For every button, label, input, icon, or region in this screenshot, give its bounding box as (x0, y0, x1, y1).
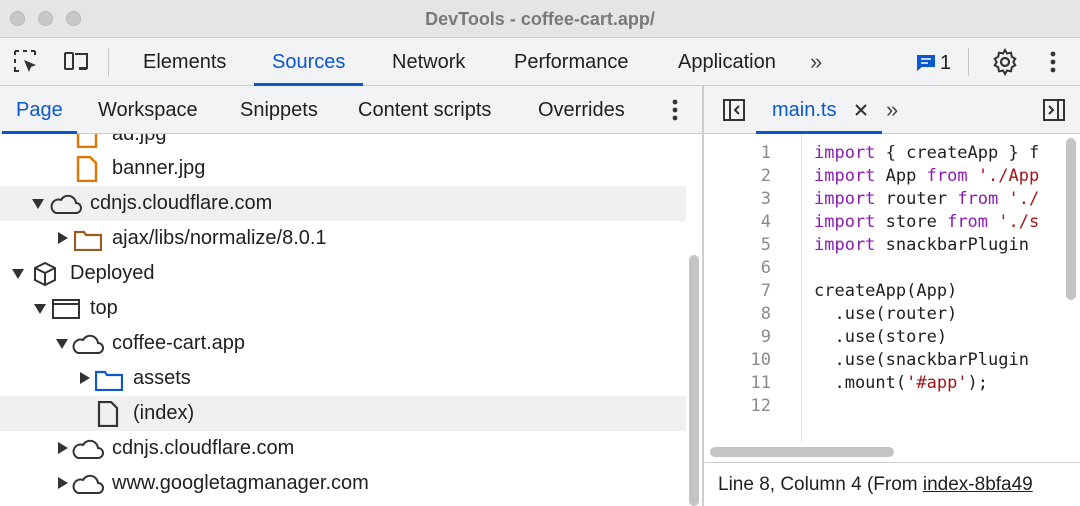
frame-icon (52, 299, 80, 319)
tree-item-index[interactable]: (index) (0, 396, 686, 431)
line-number[interactable]: 3 (731, 189, 771, 209)
tree-item-assets-folder[interactable]: assets (0, 361, 686, 396)
line-number-gutter: 1 2 3 4 5 6 7 8 9 10 11 12 (704, 134, 802, 442)
tab-performance[interactable]: Performance (512, 38, 631, 86)
editor-statusbar: Line 8, Column 4 (From index-8bfa49 (704, 462, 1080, 506)
code-line: import App from './App (814, 166, 1040, 186)
tree-item-normalize-folder[interactable]: ajax/libs/normalize/8.0.1 (0, 221, 686, 256)
kebab-menu-icon[interactable] (1046, 50, 1060, 76)
tree-item-banner-jpg[interactable]: banner.jpg (0, 151, 686, 186)
source-from-label: (From (866, 474, 918, 495)
toolbar-divider (108, 48, 109, 76)
tab-application[interactable]: Application (676, 38, 778, 86)
expand-arrow[interactable] (80, 372, 90, 384)
expand-arrow[interactable] (58, 442, 68, 454)
tree-item-cdnjs-cloudflare-2[interactable]: cdnjs.cloudflare.com (0, 431, 686, 466)
editor-pane: main.ts » 1 2 3 4 5 6 7 8 9 10 11 12 imp… (704, 86, 1080, 506)
navigator-tabs: Page Workspace Snippets Content scripts … (0, 86, 702, 134)
expand-arrow[interactable] (34, 304, 46, 314)
more-tabs-button[interactable]: » (810, 38, 822, 86)
line-number[interactable]: 4 (731, 212, 771, 232)
close-icon[interactable] (854, 103, 868, 117)
cube-icon (34, 261, 56, 287)
file-image-icon (76, 134, 98, 148)
tree-item-coffee-cart[interactable]: coffee-cart.app (0, 326, 686, 361)
line-number[interactable]: 1 (731, 143, 771, 163)
expand-arrow[interactable] (58, 232, 68, 244)
more-tabs-button[interactable]: » (886, 86, 898, 134)
cloud-icon (72, 439, 104, 459)
editor-vertical-scrollbar[interactable] (1066, 138, 1076, 300)
editor-tabs: main.ts » (704, 86, 1080, 134)
editor-horizontal-scrollbar[interactable] (710, 447, 894, 457)
line-number[interactable]: 12 (731, 396, 771, 416)
window-title: DevTools - coffee-cart.app/ (425, 9, 655, 29)
toolbar-divider-2 (968, 48, 969, 76)
expand-arrow[interactable] (56, 339, 68, 349)
navigator-scrollbar[interactable] (689, 255, 699, 506)
tree-item-cdnjs-cloudflare[interactable]: cdnjs.cloudflare.com (0, 186, 686, 221)
tree-item-googletagmanager[interactable]: www.googletagmanager.com (0, 466, 686, 501)
toggle-navigator-icon[interactable] (722, 98, 746, 122)
file-image-icon (76, 156, 98, 182)
cloud-icon (72, 474, 104, 494)
code-line: createApp(App) (814, 281, 958, 301)
line-number[interactable]: 7 (731, 281, 771, 301)
tab-elements[interactable]: Elements (141, 38, 228, 86)
code-line: import { createApp } f (814, 143, 1040, 163)
cloud-icon (50, 194, 82, 214)
code-line: .mount('#app'); (814, 373, 989, 393)
folder-icon (95, 370, 123, 391)
line-number[interactable]: 8 (731, 304, 771, 324)
code-line: .use(snackbarPlugin (814, 350, 1029, 370)
inspect-element-icon[interactable] (12, 48, 40, 76)
tree-item-ad-jpg[interactable]: ad.jpg (0, 134, 686, 152)
tab-overrides[interactable]: Overrides (538, 86, 625, 134)
file-tree: ad.jpg banner.jpg cdnjs.cloudflare.com a… (0, 134, 686, 506)
code-editor[interactable]: import { createApp } f import App from '… (814, 134, 1060, 442)
sources-navigator: Page Workspace Snippets Content scripts … (0, 86, 702, 506)
line-number[interactable]: 6 (731, 258, 771, 278)
code-line: .use(store) (814, 327, 948, 347)
line-number[interactable]: 9 (731, 327, 771, 347)
tab-main-ts[interactable]: main.ts (772, 86, 836, 134)
cursor-position-status: Line 8, Column 4 (From index-8bfa49 (718, 463, 1033, 506)
navigator-menu-icon[interactable] (668, 98, 682, 124)
code-line: import store from './s (814, 212, 1040, 232)
source-map-link[interactable]: index-8bfa49 (923, 474, 1033, 495)
line-number[interactable]: 10 (731, 350, 771, 370)
tab-network[interactable]: Network (390, 38, 467, 86)
expand-arrow[interactable] (58, 477, 68, 489)
issues-icon[interactable] (916, 54, 936, 72)
tab-workspace[interactable]: Workspace (98, 86, 198, 134)
code-line: .use(router) (814, 304, 958, 324)
tree-item-top-frame[interactable]: top (0, 291, 686, 326)
tab-page[interactable]: Page (2, 86, 77, 134)
gear-icon[interactable] (991, 48, 1019, 76)
window-titlebar: DevTools - coffee-cart.app/ (0, 0, 1080, 38)
tab-content-scripts[interactable]: Content scripts (358, 86, 491, 134)
file-icon (97, 401, 119, 427)
device-toolbar-icon[interactable] (62, 48, 90, 76)
cursor-position: Line 8, Column 4 (718, 474, 862, 495)
expand-arrow[interactable] (32, 199, 44, 209)
main-toolbar: Elements Sources Network Performance App… (0, 38, 1080, 86)
line-number[interactable]: 2 (731, 166, 771, 186)
toggle-debugger-icon[interactable] (1042, 98, 1066, 122)
issues-count[interactable]: 1 (940, 38, 951, 86)
folder-icon (74, 230, 102, 251)
tree-item-deployed[interactable]: Deployed (0, 256, 686, 291)
code-line: import router from './ (814, 189, 1040, 209)
tab-snippets[interactable]: Snippets (240, 86, 318, 134)
line-number[interactable]: 5 (731, 235, 771, 255)
line-number[interactable]: 11 (731, 373, 771, 393)
code-line: import snackbarPlugin (814, 235, 1040, 255)
tab-sources[interactable]: Sources (253, 38, 364, 86)
cloud-icon (72, 334, 104, 354)
expand-arrow[interactable] (12, 269, 24, 279)
